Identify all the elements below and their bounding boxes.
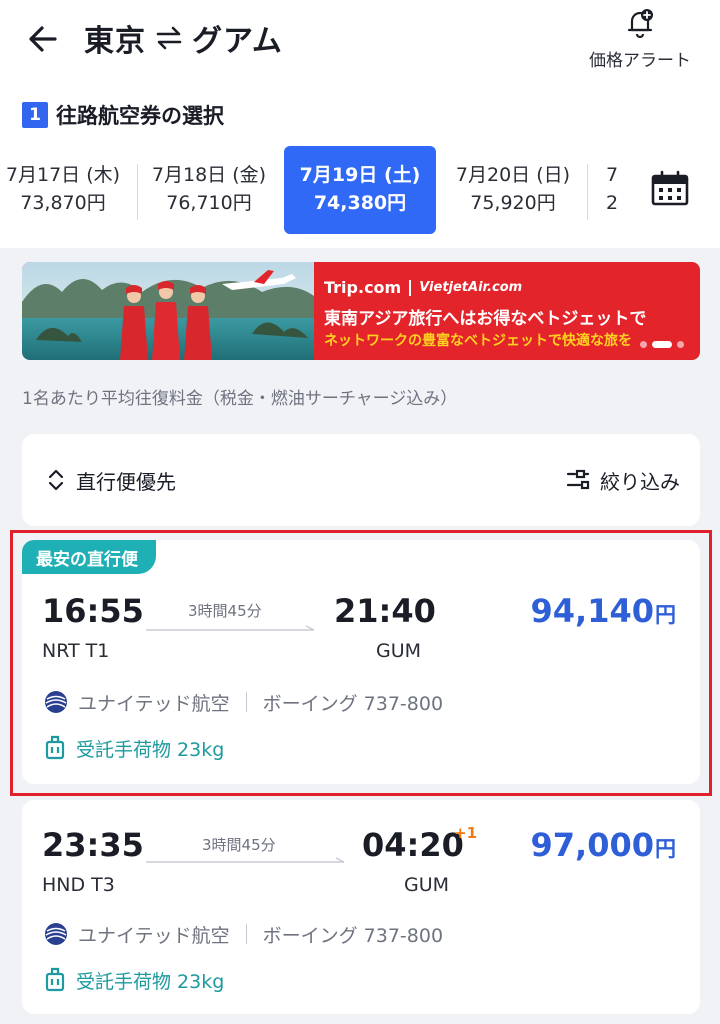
pagination-dot — [677, 341, 684, 348]
flight-price: 97,000 円 — [531, 826, 676, 864]
banner-subline: ネットワークの豊富なベトジェットで快適な旅を — [324, 333, 632, 349]
price-unit: 円 — [655, 837, 676, 861]
aircraft-type: ボーイング 737-800 — [262, 924, 444, 947]
date-section: 1 往路航空券の選択 7月17日 (木) 73,870円 7月18日 (金) 7… — [0, 92, 720, 248]
date-label: 7月18日 (金) — [151, 164, 267, 187]
airline-name: ユナイテッド航空 — [78, 692, 230, 715]
baggage-allowance: 受託手荷物 23kg — [76, 738, 225, 761]
date-label: 7月17日 (木) — [5, 164, 121, 187]
arrival-time: 04:20 — [362, 826, 464, 864]
date-option[interactable]: 7月18日 (金) 76,710円 — [134, 146, 284, 234]
airline-logo-icon — [45, 691, 67, 713]
date-option[interactable]: 7月20日 (日) 75,920円 — [438, 146, 588, 234]
top-bar: 東京 グアム 価格アラート — [0, 0, 720, 92]
banner-partner-logo: VietjetAir.com — [419, 280, 523, 295]
promo-banner[interactable]: Trip.com VietjetAir.com 東南アジア旅行へはお得なベトジェ… — [22, 262, 700, 360]
filter-icon — [566, 469, 590, 490]
price-amount: 97,000 — [530, 826, 654, 864]
departure-airport: HND T3 — [42, 874, 115, 896]
back-button[interactable] — [18, 14, 68, 64]
sort-label: 直行便優先 — [76, 469, 176, 494]
date-label: 7 — [606, 164, 619, 187]
flight-result-card[interactable]: 最安の直行便 16:55 NRT T1 3時間45分 21:40 GUM 94,… — [22, 540, 700, 784]
date-price: 75,920円 — [470, 192, 556, 214]
banner-headline: 東南アジア旅行へはお得なベトジェットで — [324, 309, 647, 329]
date-price: 76,710円 — [166, 192, 252, 214]
sort-icon — [48, 469, 64, 491]
divider — [409, 279, 412, 296]
back-arrow-icon — [29, 26, 57, 52]
step-number-badge: 1 — [22, 102, 48, 128]
pagination-dot-active — [652, 341, 672, 348]
price-alert-button[interactable]: 価格アラート — [580, 6, 700, 76]
baggage-info: 受託手荷物 23kg — [44, 734, 224, 762]
departure-time: 23:35 — [42, 826, 144, 864]
departure-time: 16:55 — [42, 592, 144, 630]
date-price: 74,380円 — [313, 192, 407, 214]
banner-pagination — [640, 341, 684, 348]
sort-filter-bar: 直行便優先 絞り込み — [22, 434, 700, 526]
banner-scenery-image — [22, 262, 314, 360]
departure-airport: NRT T1 — [42, 640, 110, 662]
date-option[interactable]: 7 2 — [592, 146, 628, 234]
banner-brand-name: Trip.com — [324, 278, 402, 297]
date-price: 73,870円 — [20, 192, 106, 214]
price-alert-label: 価格アラート — [589, 51, 691, 71]
flight-price: 94,140 円 — [531, 592, 676, 630]
arrival-time: 21:40 — [334, 592, 436, 630]
airline-info: ユナイテッド航空 ボーイング 737-800 — [44, 688, 443, 716]
origin-city: 東京 — [84, 24, 146, 59]
arrival-airport: GUM — [404, 874, 450, 896]
duration-line — [146, 857, 345, 863]
duration-line — [146, 625, 315, 631]
next-day-indicator: +1 — [454, 824, 478, 842]
flight-duration: 3時間45分 — [188, 602, 262, 620]
flight-result-card[interactable]: 23:35 HND T3 3時間45分 04:20 +1 GUM 97,000 … — [22, 800, 700, 1014]
aircraft-type: ボーイング 737-800 — [262, 692, 444, 715]
date-label: 7月20日 (日) — [455, 164, 571, 187]
airline-logo-icon — [45, 923, 67, 945]
baggage-info: 受託手荷物 23kg — [44, 966, 224, 994]
luggage-icon — [45, 967, 65, 992]
route-title: 東京 グアム — [84, 16, 283, 60]
date-option-selected[interactable]: 7月19日 (土) 74,380円 — [284, 146, 436, 234]
filter-label: 絞り込み — [600, 469, 680, 494]
price-note: 1名あたり平均往復料金（税金・燃油サーチャージ込み） — [22, 389, 458, 409]
date-carousel[interactable]: 7月17日 (木) 73,870円 7月18日 (金) 76,710円 7月19… — [0, 142, 628, 238]
arrival-airport: GUM — [376, 640, 422, 662]
destination-city: グアム — [192, 24, 283, 59]
swap-arrows-icon[interactable] — [154, 23, 184, 53]
price-amount: 94,140 — [530, 592, 654, 630]
airline-name: ユナイテッド航空 — [78, 924, 230, 947]
step-title: 往路航空券の選択 — [56, 104, 224, 128]
banner-brand: Trip.com VietjetAir.com — [324, 278, 522, 297]
date-option[interactable]: 7月17日 (木) 73,870円 — [0, 146, 138, 234]
filter-button[interactable]: 絞り込み — [566, 464, 680, 496]
date-label: 7月19日 (土) — [299, 164, 421, 187]
divider — [587, 164, 588, 220]
step-heading: 1 往路航空券の選択 — [22, 100, 224, 130]
price-unit: 円 — [655, 603, 676, 627]
sort-button[interactable]: 直行便優先 — [46, 464, 176, 496]
luggage-icon — [45, 735, 65, 760]
divider — [245, 692, 247, 712]
divider — [245, 924, 247, 944]
date-price: 2 — [606, 192, 619, 214]
cheapest-direct-tag: 最安の直行便 — [22, 540, 156, 574]
pagination-dot — [640, 341, 647, 348]
bell-plus-icon — [627, 9, 653, 39]
baggage-allowance: 受託手荷物 23kg — [76, 970, 225, 993]
calendar-icon[interactable] — [650, 168, 690, 208]
flight-duration: 3時間45分 — [202, 836, 276, 854]
airline-info: ユナイテッド航空 ボーイング 737-800 — [44, 920, 443, 948]
